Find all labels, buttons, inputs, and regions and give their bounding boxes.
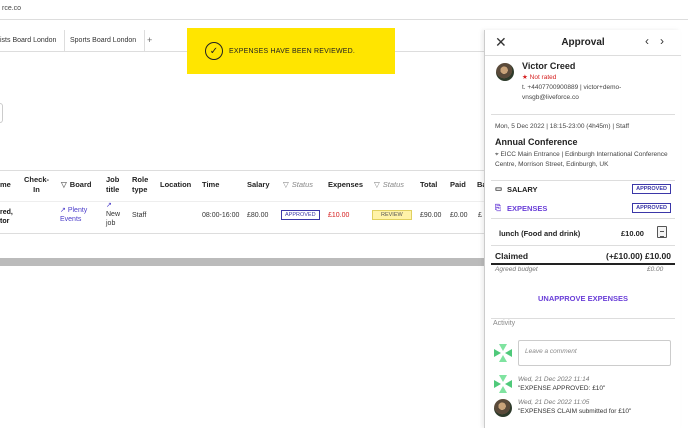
header-divider [0,201,484,202]
header-total[interactable]: Total [420,180,437,190]
app-page: rce.co ists Board London Sports Board Lo… [0,0,688,428]
header-paid[interactable]: Paid [450,180,466,190]
rating-text: Not rated [529,74,557,81]
tab-arts-board-london[interactable]: ists Board London [0,30,66,52]
event-title: Annual Conference [495,137,578,147]
success-toast: ✓ EXPENSES HAVE BEEN REVIEWED. [187,28,395,74]
cell-salary: £80.00 [247,212,269,219]
shifts-table: me Check- In ▽ Board Job title Role type … [0,170,487,234]
expense-item-amount: £10.00 [621,229,644,238]
briefcase-icon: ▭ [495,184,503,193]
status-badge: APPROVED [632,184,671,194]
cell-name[interactable]: red, tor [0,208,13,226]
liveforce-logo-icon [494,375,512,393]
total-divider [491,263,675,265]
cell-balance: £ [478,212,482,219]
cell-paid: £0.00 [450,212,468,219]
budget-amount: £0.00 [647,266,664,273]
header-expenses-status[interactable]: ▽ Status [374,180,404,190]
header-time[interactable]: Time [202,180,219,190]
filter-icon[interactable]: ▽ [61,180,67,189]
toast-message: EXPENSES HAVE BEEN REVIEWED. [229,47,356,55]
receipt-document-icon[interactable] [657,226,667,238]
salary-label: SALARY [507,185,538,194]
expenses-section[interactable]: ⎘ EXPENSES APPROVED [495,203,671,215]
avatar [496,63,514,81]
expenses-label: EXPENSES [507,204,548,213]
claimed-amount: (+£10.00) £10.00 [606,251,671,261]
browser-url-bar[interactable]: rce.co [0,0,688,20]
rating-status: ★ Not rated [522,74,557,81]
tab-sports-board-london[interactable]: Sports Board London [62,30,146,52]
divider [491,318,675,319]
comment-input[interactable]: Leave a comment [518,340,671,366]
cell-expenses-status[interactable]: REVIEW [372,210,412,220]
activity-text: "EXPENSES CLAIM submitted for £10" [518,408,632,415]
divider [491,218,675,219]
horizontal-scrollbar[interactable] [0,258,484,266]
cell-total: £90.00 [420,212,442,219]
header-expenses[interactable]: Expenses [328,180,363,190]
activity-time: Wed, 21 Dec 2022 11:05 [518,399,590,406]
divider [491,114,675,115]
budget-label: Agreed budget [495,266,538,273]
activity-time: Wed, 21 Dec 2022 11:14 [518,376,590,383]
header-name[interactable]: me [0,180,11,190]
cell-expenses[interactable]: £10.00 [328,211,349,220]
panel-title: Approval [561,37,605,48]
receipt-icon: ⎘ [495,203,501,212]
cell-salary-status[interactable]: APPROVED [281,210,320,220]
contact-info: t. +4407700900889 | victor+demo-vnsgb@li… [522,84,622,101]
salary-section[interactable]: ▭ SALARY APPROVED [495,184,671,196]
header-role-type[interactable]: Role type [132,175,148,195]
panel-header: ✕ Approval ‹ › [485,30,681,56]
status-badge: REVIEW [372,210,412,220]
divider [491,180,675,181]
job-title-text: New job [106,211,121,227]
header-salary-status[interactable]: ▽ Status [283,180,313,190]
activity-heading: Activity [493,320,516,327]
shift-meta: Mon, 5 Dec 2022 | 18:15-23:00 (4h45m) | … [495,123,630,130]
external-link-icon[interactable]: ↗ [60,207,66,214]
avatar [494,399,512,417]
expense-item-label: lunch (Food and drink) [499,229,581,238]
approval-panel: ✕ Approval ‹ › Victor Creed ★ Not rated … [484,30,681,428]
chevron-right-icon[interactable]: › [660,34,664,48]
divider [491,245,675,246]
unapprove-expenses-button[interactable]: UNAPPROVE EXPENSES [485,294,681,303]
external-link-icon[interactable]: ↗ [106,201,120,210]
cell-role-type: Staff [132,212,147,219]
address-text: EICC Main Entrance | Edinburgh Internati… [495,151,668,168]
collapsed-filter-handle[interactable] [0,103,3,123]
status-badge: APPROVED [281,210,320,220]
claimed-label: Claimed [495,251,529,261]
cell-time: 08:00-16:00 [202,212,240,219]
person-name[interactable]: Victor Creed [522,61,575,71]
cell-board[interactable]: ↗ Plenty Events [60,206,87,224]
check-circle-icon: ✓ [205,42,223,60]
filter-icon[interactable]: ▽ [374,180,380,189]
chevron-left-icon[interactable]: ‹ [645,34,649,48]
add-tab-button[interactable]: + [147,30,152,52]
header-job-title[interactable]: Job title [106,175,119,195]
header-location[interactable]: Location [160,180,191,190]
header-board[interactable]: ▽ Board [61,180,91,190]
filter-icon[interactable]: ▽ [283,180,289,189]
status-badge: APPROVED [632,203,671,213]
activity-text: "EXPENSE APPROVED: £10" [518,385,606,392]
cell-job-title[interactable]: ↗ New job [106,201,120,228]
header-checkin[interactable]: Check- In [24,175,49,195]
header-salary[interactable]: Salary [247,180,270,190]
event-address: ⌖ EICC Main Entrance | Edinburgh Interna… [495,150,675,170]
url-text: rce.co [2,5,22,12]
liveforce-logo-icon [494,344,512,362]
